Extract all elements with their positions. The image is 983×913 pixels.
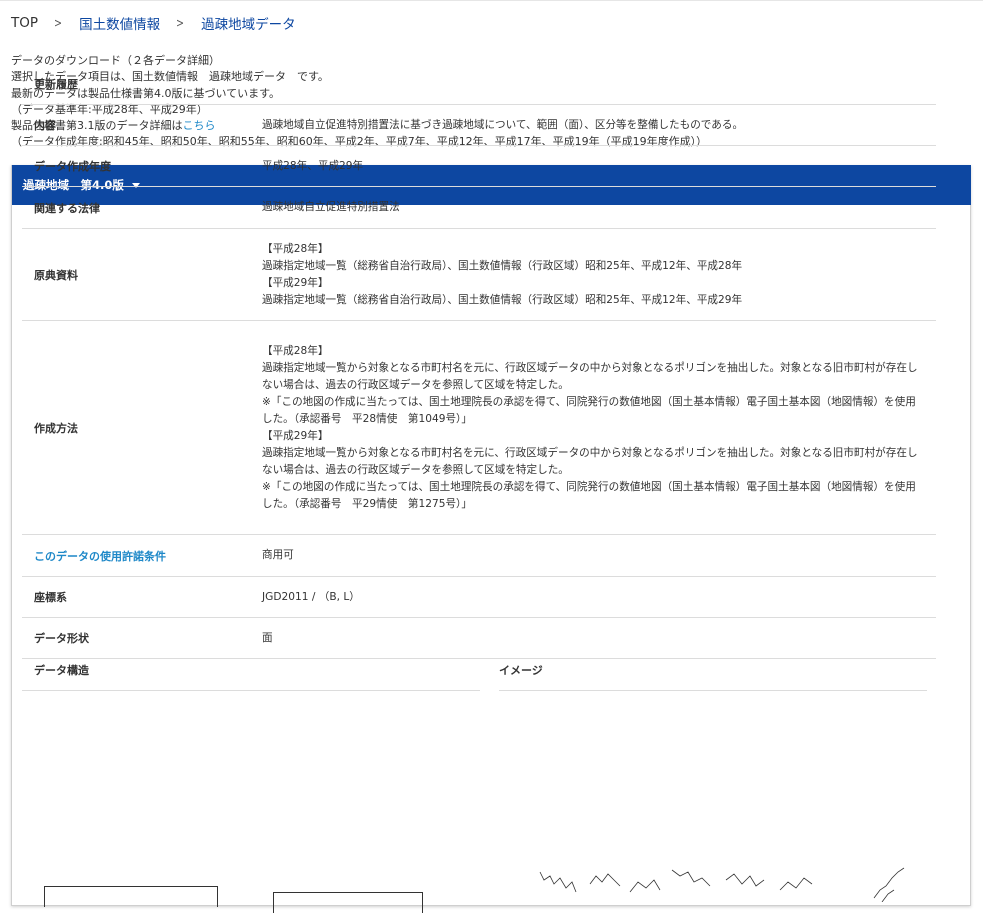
method-value: 【平成28年】 過疎指定地域一覧から対象となる市町村名を元に、行政区域データの中…: [262, 344, 918, 510]
law-value: 過疎地域自立促進特別措置法: [262, 201, 400, 213]
map-preview-image: [539, 867, 905, 902]
source-label: 原典資料: [34, 268, 78, 282]
method-label: 作成方法: [34, 421, 78, 435]
table-row: 作成方法 【平成28年】 過疎指定地域一覧から対象となる市町村名を元に、行政区域…: [22, 321, 936, 535]
image-label: イメージ: [499, 664, 543, 677]
table-row: データ作成年度 平成28年、平成29年: [22, 146, 936, 187]
structure-label: データ構造: [34, 664, 89, 677]
history-label: 更新履歴: [34, 78, 78, 91]
breadcrumb-kokudo-link[interactable]: 国土数値情報: [79, 13, 160, 33]
chevron-right-icon: >: [176, 16, 185, 30]
content-value: 過疎地域自立促進特別措置法に基づき過疎地域について、範囲（面）、区分等を整備した…: [262, 118, 744, 131]
law-label: 関連する法律: [34, 201, 100, 215]
breadcrumb-current[interactable]: 過疎地域データ: [201, 13, 296, 33]
shape-value: 面: [262, 631, 273, 644]
divider: [22, 690, 480, 691]
table-row: 関連する法律 過疎地域自立促進特別措置法: [22, 187, 936, 229]
divider: [499, 690, 927, 691]
table-row: 内容 過疎地域自立促進特別措置法に基づき過疎地域について、範囲（面）、区分等を整…: [22, 105, 936, 146]
structure-image-section: データ構造 イメージ: [22, 652, 936, 712]
year-label: データ作成年度: [34, 160, 111, 173]
breadcrumb-top-link[interactable]: TOP: [11, 15, 38, 31]
year-value: 平成28年、平成29年: [262, 159, 364, 172]
table-row: 更新履歴: [22, 64, 936, 105]
structure-diagram-box: [273, 892, 423, 913]
detail-table: 更新履歴 内容 過疎地域自立促進特別措置法に基づき過疎地域について、範囲（面）、…: [22, 64, 936, 659]
source-value: 【平成28年】 過疎指定地域一覧（総務省自治行政局）、国土数値情報（行政区域）昭…: [262, 242, 743, 306]
crs-label: 座標系: [34, 591, 67, 604]
table-row: このデータの使用許諾条件 商用可: [22, 535, 936, 577]
table-row: 座標系 JGD2011 / （B, L）: [22, 577, 936, 618]
chevron-right-icon: >: [54, 16, 63, 30]
table-row: 原典資料 【平成28年】 過疎指定地域一覧（総務省自治行政局）、国土数値情報（行…: [22, 229, 936, 321]
top-border: [0, 0, 983, 1]
license-link[interactable]: このデータの使用許諾条件: [34, 548, 166, 564]
shape-label: データ形状: [34, 632, 89, 645]
license-value: 商用可: [262, 549, 294, 561]
breadcrumb: TOP > 国土数値情報 > 過疎地域データ: [11, 13, 296, 33]
crs-value: JGD2011 / （B, L）: [262, 590, 360, 603]
content-label: 内容: [34, 119, 56, 132]
